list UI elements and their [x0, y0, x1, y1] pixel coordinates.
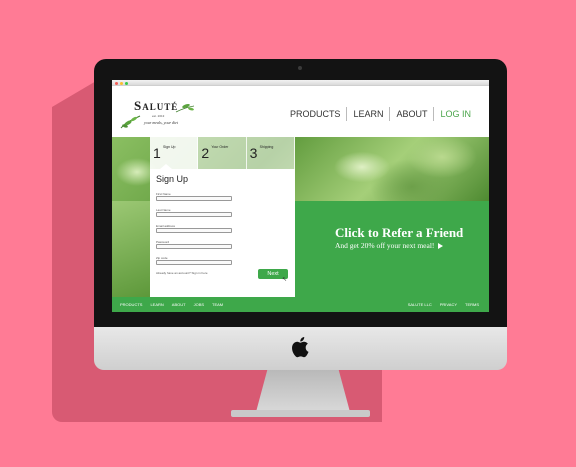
monitor-chin [94, 327, 507, 370]
form-title: Sign Up [156, 174, 189, 184]
footer-link-jobs[interactable]: JOBS [194, 302, 204, 307]
step-label: Your Order [211, 145, 229, 149]
nav-products[interactable]: PRODUCTS [284, 107, 347, 121]
minimize-window-icon[interactable] [120, 81, 123, 85]
main-nav: PRODUCTS LEARN ABOUT LOG IN [284, 107, 477, 121]
first-name-input[interactable] [156, 196, 232, 201]
footer-link-learn[interactable]: LEARN [150, 302, 163, 307]
site-footer: PRODUCTS LEARN ABOUT JOBS TEAM SALUTE LL… [112, 297, 489, 312]
zip-code-field: Zip code [156, 256, 232, 265]
zip-code-input[interactable] [156, 260, 232, 265]
camera-icon [298, 66, 302, 70]
password-field: Password [156, 240, 232, 249]
step-number: 3 [249, 145, 258, 161]
footer-link-privacy[interactable]: PRIVACY [440, 302, 457, 307]
play-arrow-icon [438, 243, 444, 250]
nav-login[interactable]: LOG IN [433, 107, 477, 121]
step-label: Shipping [259, 145, 274, 149]
password-input[interactable] [156, 244, 232, 249]
site-header: Saluté est. 2013 your meals, your diet P… [112, 86, 489, 137]
brand-logo[interactable]: Saluté est. 2013 your meals, your diet [120, 96, 196, 134]
footer-link-terms[interactable]: TERMS [465, 302, 479, 307]
promo-subtitle-text: And get 20% off your next meal! [335, 241, 435, 250]
signup-form: Sign Up First Name Last Name Email addre… [150, 164, 295, 297]
step-number: 1 [153, 145, 161, 161]
step-shipping[interactable]: 3 Shipping [246, 137, 295, 169]
footer-nav-left: PRODUCTS LEARN ABOUT JOBS TEAM [120, 302, 231, 307]
cursor-icon: ↖ [282, 277, 288, 283]
email-input[interactable] [156, 228, 232, 233]
promo-subtitle: And get 20% off your next meal! [335, 241, 444, 250]
step-sign-up[interactable]: 1 Sign Up [150, 137, 199, 169]
maximize-window-icon[interactable] [125, 81, 128, 85]
refer-friend-banner[interactable]: Click to Refer a Friend And get 20% off … [295, 201, 489, 297]
step-your-order[interactable]: 2 Your Order [198, 137, 247, 169]
brand-name: Saluté [134, 98, 179, 113]
apple-logo-icon [292, 337, 309, 358]
spinach-photo-left [112, 201, 150, 297]
form-notch [160, 164, 172, 169]
footer-nav-right: SALUTE LLC PRIVACY TERMS [400, 302, 479, 307]
promo-title: Click to Refer a Friend [335, 225, 464, 240]
brand-tagline: your meals, your diet [144, 120, 178, 125]
last-name-input[interactable] [156, 212, 232, 217]
step-label: Sign Up [163, 145, 176, 149]
close-window-icon[interactable] [115, 81, 118, 85]
footer-link-team[interactable]: TEAM [212, 302, 223, 307]
first-name-field: First Name [156, 192, 232, 201]
footer-link-about[interactable]: ABOUT [172, 302, 186, 307]
monitor-screen: Saluté est. 2013 your meals, your diet P… [112, 80, 489, 312]
footer-link-company[interactable]: SALUTE LLC [408, 302, 432, 307]
last-name-field: Last Name [156, 208, 232, 217]
nav-about[interactable]: ABOUT [389, 107, 433, 121]
monitor-stand-base [231, 410, 370, 417]
leaf-icon [120, 115, 141, 129]
nav-learn[interactable]: LEARN [346, 107, 389, 121]
sign-in-link[interactable]: Already have an account? Sign in here [156, 271, 208, 275]
monitor-stand-neck [256, 370, 350, 412]
step-number: 2 [201, 145, 210, 161]
footer-link-products[interactable]: PRODUCTS [120, 302, 142, 307]
leaf-icon [175, 103, 195, 113]
brand-established: est. 2013 [152, 114, 165, 118]
email-field: Email address [156, 224, 232, 233]
